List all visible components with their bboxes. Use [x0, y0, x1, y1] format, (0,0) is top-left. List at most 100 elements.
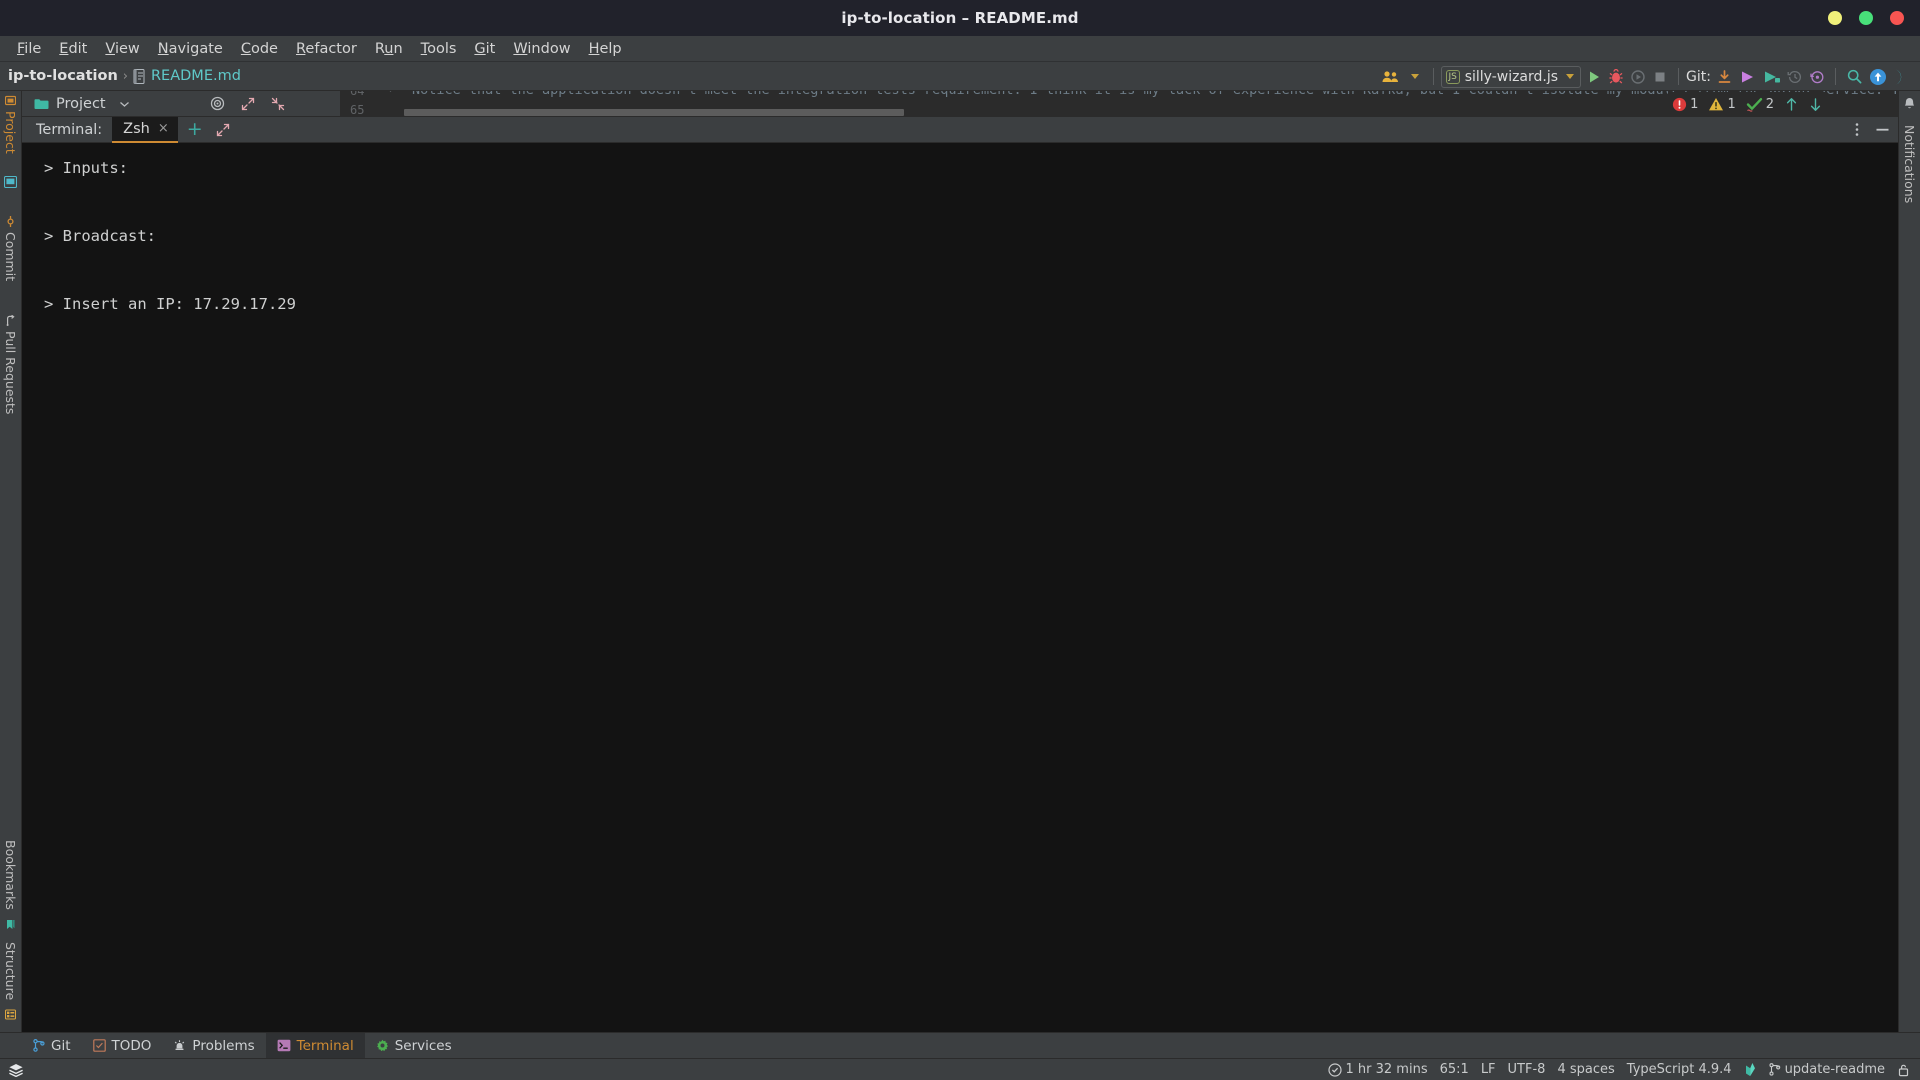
updates-icon[interactable]	[1866, 65, 1890, 89]
close-button[interactable]	[1890, 11, 1904, 25]
coverage-icon[interactable]	[1627, 65, 1649, 89]
caret-position[interactable]: 65:1	[1440, 1062, 1469, 1077]
search-everywhere-icon[interactable]	[1843, 65, 1866, 89]
toolbar-divider-3	[1835, 68, 1836, 85]
navigation-bar: ip-to-location › README.md JS silly-wiza…	[0, 62, 1920, 91]
project-panel-title-group[interactable]: Project	[22, 96, 130, 112]
warning-count: 1	[1727, 96, 1736, 112]
terminal-strip-icon[interactable]	[4, 172, 17, 192]
main-area: Project Commit Pull Requests Bookmarks S…	[0, 91, 1920, 1032]
sidebar-label-notifications: Notifications	[1902, 125, 1917, 204]
expand-all-icon[interactable]	[241, 97, 255, 111]
bookmark-icon	[5, 919, 16, 930]
locate-icon[interactable]	[210, 96, 225, 111]
tool-window-todo[interactable]: TODO	[82, 1033, 163, 1059]
lock-icon[interactable]	[1897, 1063, 1910, 1077]
people-dropdown-caret[interactable]	[1404, 65, 1426, 89]
menu-git[interactable]: Git	[465, 39, 504, 59]
menu-file[interactable]: File	[8, 39, 50, 59]
toolbar-divider	[1432, 68, 1434, 85]
next-problem-icon[interactable]	[1809, 97, 1822, 112]
rollback-icon[interactable]	[1806, 65, 1828, 89]
sidebar-item-bookmarks[interactable]: Bookmarks	[3, 834, 18, 936]
warning-icon	[1708, 97, 1724, 112]
javascript-file-icon: JS	[1445, 69, 1460, 84]
project-dropdown-icon[interactable]	[119, 100, 130, 108]
project-panel-header: Project 64 65 1 1 2	[22, 91, 1898, 117]
tool-window-terminal[interactable]: Terminal	[265, 1032, 365, 1059]
center-column: Project 64 65 1 1 2 Terminal: Zsh × + > …	[22, 91, 1898, 1032]
menu-window[interactable]: Window	[504, 39, 579, 59]
terminal-options-icon[interactable]	[1855, 122, 1859, 137]
menu-help[interactable]: Help	[580, 39, 631, 59]
sidebar-item-project[interactable]: Project	[3, 91, 18, 160]
expand-terminal-icon[interactable]	[212, 123, 234, 137]
push-icon[interactable]	[1760, 65, 1784, 89]
terminal-line: > Insert an IP: 17.29.17.29	[44, 294, 296, 313]
menu-edit[interactable]: Edit	[50, 39, 96, 59]
tool-window-problems[interactable]: Problems	[162, 1033, 265, 1059]
close-icon[interactable]: ×	[158, 121, 169, 136]
sidebar-item-pull-requests[interactable]: Pull Requests	[3, 309, 18, 420]
inspection-widget[interactable]: 1 1 2	[1668, 92, 1826, 116]
history-icon[interactable]	[1784, 65, 1806, 89]
time-tracker[interactable]: 1 hr 32 mins	[1327, 1062, 1428, 1077]
menu-bar: File Edit View Navigate Code Refactor Ru…	[0, 36, 1920, 62]
previous-problem-icon[interactable]	[1785, 97, 1798, 112]
indent-setting[interactable]: 4 spaces	[1557, 1062, 1614, 1077]
menu-navigate[interactable]: Navigate	[149, 39, 232, 59]
collapse-all-icon[interactable]	[271, 97, 285, 111]
bell-icon[interactable]	[1903, 97, 1916, 111]
terminal-line: > Inputs:	[44, 159, 128, 177]
error-count: 1	[1690, 96, 1699, 112]
status-bar-left	[0, 1063, 24, 1077]
tool-window-services[interactable]: Services	[365, 1033, 463, 1059]
stop-icon[interactable]	[1649, 65, 1671, 89]
sidebar-item-notifications[interactable]: Notifications	[1902, 119, 1917, 209]
run-icon[interactable]	[1583, 65, 1605, 89]
time-tracker-value: 1 hr 32 mins	[1345, 1062, 1428, 1077]
people-icon[interactable]	[1378, 65, 1404, 89]
status-bar: 1 hr 32 mins 65:1 LF UTF-8 4 spaces Type…	[0, 1058, 1920, 1080]
code-fold-icon[interactable]	[386, 91, 395, 93]
update-project-icon[interactable]	[1713, 65, 1736, 89]
terminal-hide-icon[interactable]	[1875, 122, 1890, 137]
terminal-icon	[277, 1039, 291, 1052]
window-title: ip-to-location – README.md	[841, 9, 1079, 27]
ai-assistant-icon[interactable]	[1890, 65, 1914, 89]
project-panel-title: Project	[56, 95, 106, 112]
line-separator[interactable]: LF	[1481, 1062, 1496, 1077]
language-version[interactable]: TypeScript 4.9.4	[1627, 1062, 1732, 1077]
terminal-window-tools	[1855, 122, 1890, 137]
minimize-button[interactable]	[1828, 11, 1842, 25]
horizontal-scrollbar-thumb[interactable]	[404, 109, 904, 116]
terminal-tab-zsh[interactable]: Zsh ×	[112, 116, 178, 143]
tool-window-bar: Git TODO Problems Terminal Services	[0, 1032, 1920, 1059]
tool-window-label-problems: Problems	[192, 1037, 255, 1054]
sidebar-item-commit[interactable]: Commit	[3, 210, 18, 287]
tool-window-git[interactable]: Git	[22, 1033, 82, 1059]
menu-code[interactable]: Code	[232, 39, 287, 59]
layers-icon[interactable]	[8, 1063, 24, 1077]
todo-icon	[92, 1039, 106, 1052]
sidebar-item-structure[interactable]: Structure	[3, 936, 18, 1026]
commit-icon[interactable]	[1736, 65, 1760, 89]
validation-checkmark-icon[interactable]	[1744, 1062, 1757, 1077]
new-terminal-button[interactable]: +	[178, 120, 212, 139]
menu-refactor[interactable]: Refactor	[287, 39, 366, 59]
git-branch-widget[interactable]: update-readme	[1769, 1062, 1885, 1077]
terminal-output[interactable]: > Inputs: > Broadcast: > Insert an IP: 1…	[22, 143, 1898, 1032]
gutter-line-number: 65	[350, 103, 365, 117]
breadcrumb-project[interactable]: ip-to-location	[8, 68, 118, 84]
run-configuration-selector[interactable]: JS silly-wizard.js	[1440, 65, 1582, 88]
debug-icon[interactable]	[1605, 65, 1627, 89]
breadcrumb-file[interactable]: README.md	[151, 68, 241, 84]
menu-tools[interactable]: Tools	[412, 39, 466, 59]
menu-run[interactable]: Run	[366, 39, 412, 59]
file-encoding[interactable]: UTF-8	[1508, 1062, 1546, 1077]
maximize-button[interactable]	[1859, 11, 1873, 25]
structure-icon	[5, 1009, 16, 1020]
menu-view[interactable]: View	[96, 39, 148, 59]
